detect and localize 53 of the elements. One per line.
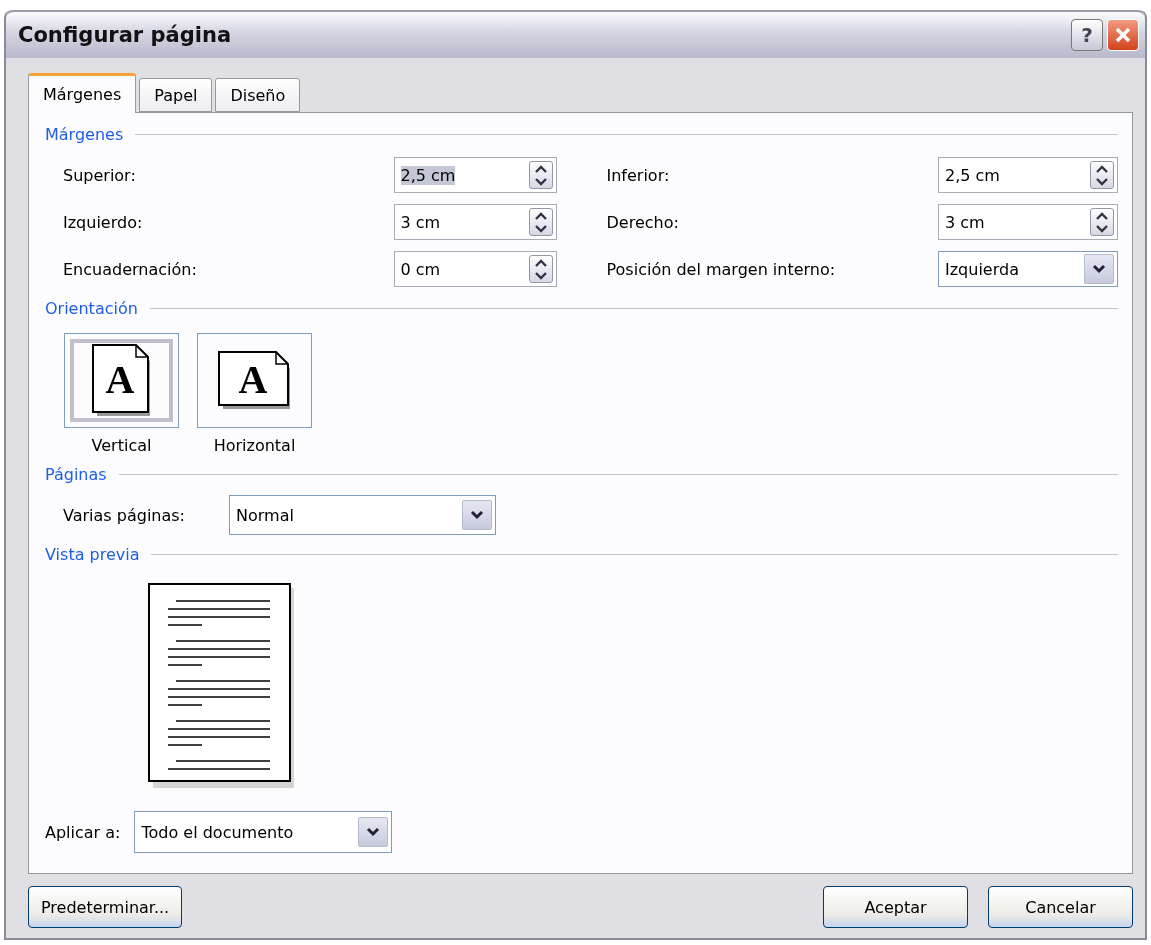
spin-button[interactable] xyxy=(528,255,553,283)
window-title: Configurar página xyxy=(18,23,233,47)
dialog-button[interactable]: Aceptar xyxy=(823,886,968,928)
section-heading: Vista previa xyxy=(45,544,140,564)
dropdown-button[interactable] xyxy=(358,817,389,847)
orientation-label: Vertical xyxy=(91,436,152,455)
spin-field[interactable]: 2,5 cm xyxy=(938,157,1118,193)
spin-field[interactable]: 3 cm xyxy=(938,204,1118,240)
help-button[interactable]: ? xyxy=(1071,19,1103,51)
tab[interactable]: Diseño xyxy=(215,78,301,112)
section-heading: Márgenes xyxy=(45,124,124,144)
spin-field[interactable]: 2,5 cm xyxy=(393,157,557,193)
field-label: Superior: xyxy=(63,165,136,185)
spin-field[interactable]: 0 cm xyxy=(393,251,557,287)
chevron-down-icon xyxy=(366,827,381,837)
close-icon xyxy=(1114,26,1132,44)
field-label: Derecho: xyxy=(606,212,679,232)
dropdown[interactable]: Normal xyxy=(229,495,496,535)
dialog-button[interactable]: Predeterminar... xyxy=(28,886,183,928)
orientation-button[interactable]: A xyxy=(64,333,179,428)
close-button[interactable] xyxy=(1107,19,1139,51)
dropdown-button[interactable] xyxy=(1084,254,1114,284)
tab[interactable]: Márgenes xyxy=(28,73,137,113)
field-label: Varias páginas: xyxy=(63,505,185,525)
field-value: 2,5 cm xyxy=(945,165,1001,185)
section-heading: Orientación xyxy=(45,298,138,318)
field-value: Todo el documento xyxy=(141,822,295,842)
spin-button[interactable] xyxy=(1090,161,1114,189)
field-value: Normal xyxy=(236,505,295,525)
field-label: Izquierdo: xyxy=(63,212,143,232)
field-value: 0 cm xyxy=(400,259,442,279)
section-heading: Páginas xyxy=(45,464,107,484)
dialog-button[interactable]: Cancelar xyxy=(988,886,1133,928)
field-label: Aplicar a: xyxy=(45,822,121,842)
field-value: 3 cm xyxy=(945,212,986,232)
spin-button[interactable] xyxy=(528,208,553,236)
spin-field[interactable]: 3 cm xyxy=(393,204,557,240)
field-value: Izquierda xyxy=(945,259,1020,279)
dropdown[interactable]: Izquierda xyxy=(938,251,1118,287)
orientation-label: Horizontal xyxy=(213,436,296,455)
field-value: 3 cm xyxy=(400,212,442,232)
field-label: Inferior: xyxy=(606,165,670,185)
chevron-down-icon xyxy=(470,510,484,520)
field-value: 2,5 cm xyxy=(400,165,457,185)
dropdown-button[interactable] xyxy=(462,500,492,530)
field-label: Encuadernación: xyxy=(63,259,197,279)
dropdown[interactable]: Todo el documento xyxy=(134,811,393,853)
field-label: Posición del margen interno: xyxy=(606,259,836,279)
chevron-down-icon xyxy=(1092,264,1106,274)
tab[interactable]: Papel xyxy=(139,78,213,112)
spin-button[interactable] xyxy=(528,161,553,189)
orientation-button[interactable]: A xyxy=(197,333,312,428)
spin-button[interactable] xyxy=(1090,208,1114,236)
